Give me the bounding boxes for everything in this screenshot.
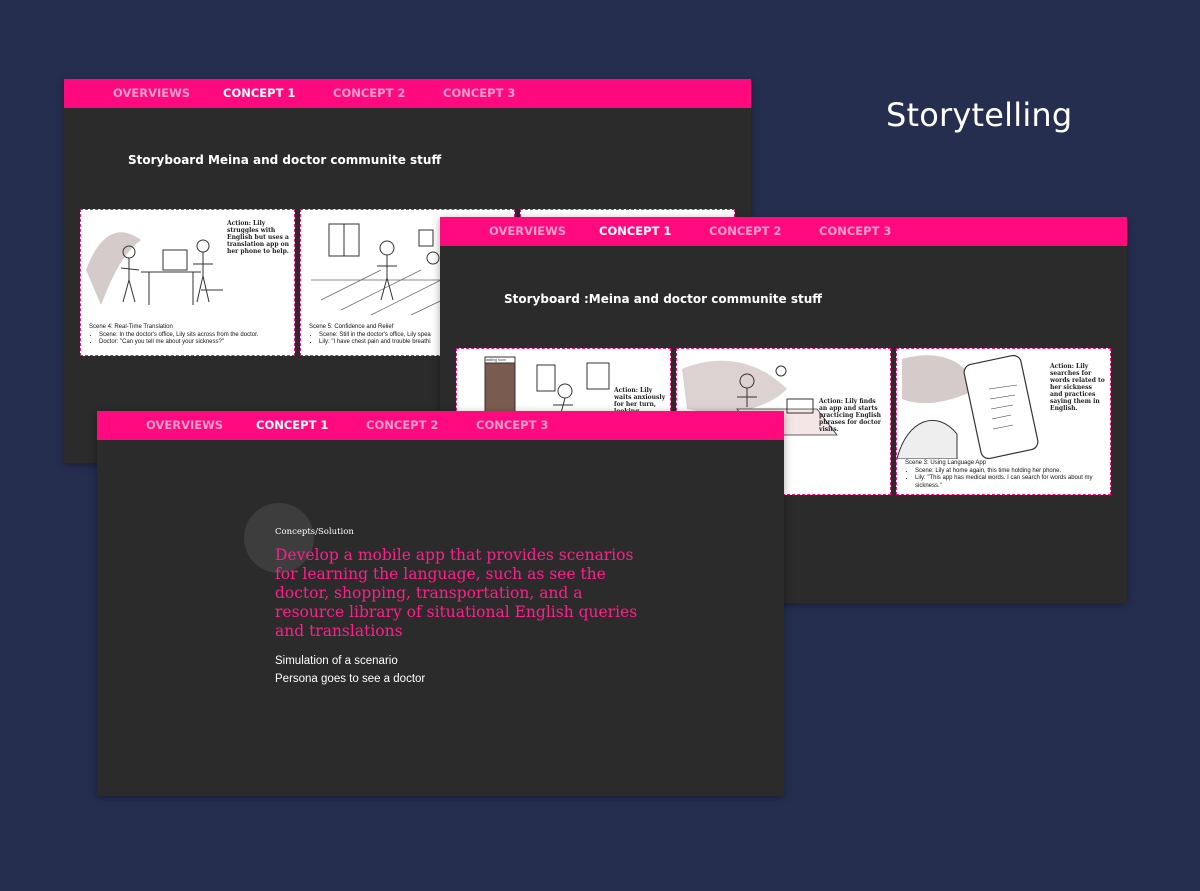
storyboard-title: Storyboard Meina and doctor communite st… — [128, 153, 442, 167]
card-action: Action: Lily struggles with English but … — [227, 220, 289, 255]
concept-subline-1: Simulation of a scenario — [275, 655, 398, 667]
scene-label: Scene 3: Using Language App — [905, 460, 987, 466]
card-action: Action: Lily searches for words related … — [1050, 363, 1105, 412]
card-caption: Scene 4: Real-Time Translation Scene: In… — [89, 324, 291, 347]
scene-bullet: Scene: Lily at home again, this time hol… — [915, 468, 1107, 476]
card-caption: Scene 3: Using Language App Scene: Lily … — [905, 460, 1107, 490]
card-action: Action: Lily finds an app and starts pra… — [819, 398, 881, 433]
nav-concept-2[interactable]: CONCEPT 2 — [709, 217, 781, 246]
nav-concept-1[interactable]: CONCEPT 1 — [256, 411, 328, 440]
storyboard-title: Storyboard :Meina and doctor communite s… — [504, 292, 822, 306]
waiting-room-sign: waiting room — [486, 358, 506, 362]
nav-overviews[interactable]: OVERVIEWS — [489, 217, 566, 246]
storyboard-card-scene-4: Action: Lily struggles with English but … — [80, 209, 295, 356]
nav-overviews[interactable]: OVERVIEWS — [146, 411, 223, 440]
scene-label: Scene 4: Real-Time Translation — [89, 324, 173, 330]
nav-bar: OVERVIEWS CONCEPT 1 CONCEPT 2 CONCEPT 3 — [440, 217, 1127, 246]
storyboard-card-scene-3: Action: Lily searches for words related … — [896, 348, 1111, 495]
scene-bullet: Lily: "This app has medical words. I can… — [915, 475, 1107, 490]
nav-overviews[interactable]: OVERVIEWS — [113, 79, 190, 108]
concept-description: Develop a mobile app that provides scena… — [275, 546, 638, 640]
nav-concept-3[interactable]: CONCEPT 3 — [443, 79, 515, 108]
nav-concept-1[interactable]: CONCEPT 1 — [223, 79, 295, 108]
slide-concept-solution: OVERVIEWS CONCEPT 1 CONCEPT 2 CONCEPT 3 … — [97, 411, 784, 796]
concept-label: Concepts/Solution — [275, 527, 354, 537]
nav-concept-3[interactable]: CONCEPT 3 — [819, 217, 891, 246]
page-title: Storytelling — [886, 96, 1073, 134]
nav-concept-1[interactable]: CONCEPT 1 — [599, 217, 671, 246]
nav-bar: OVERVIEWS CONCEPT 1 CONCEPT 2 CONCEPT 3 — [64, 79, 751, 108]
nav-concept-2[interactable]: CONCEPT 2 — [333, 79, 405, 108]
nav-bar: OVERVIEWS CONCEPT 1 CONCEPT 2 CONCEPT 3 — [97, 411, 784, 440]
scene-bullet: Doctor: "Can you tell me about your sick… — [99, 339, 291, 347]
concept-subline-2: Persona goes to see a doctor — [275, 673, 426, 685]
scene-bullet: Scene: In the doctor's office, Lily sits… — [99, 332, 291, 340]
nav-concept-2[interactable]: CONCEPT 2 — [366, 411, 438, 440]
nav-concept-3[interactable]: CONCEPT 3 — [476, 411, 548, 440]
